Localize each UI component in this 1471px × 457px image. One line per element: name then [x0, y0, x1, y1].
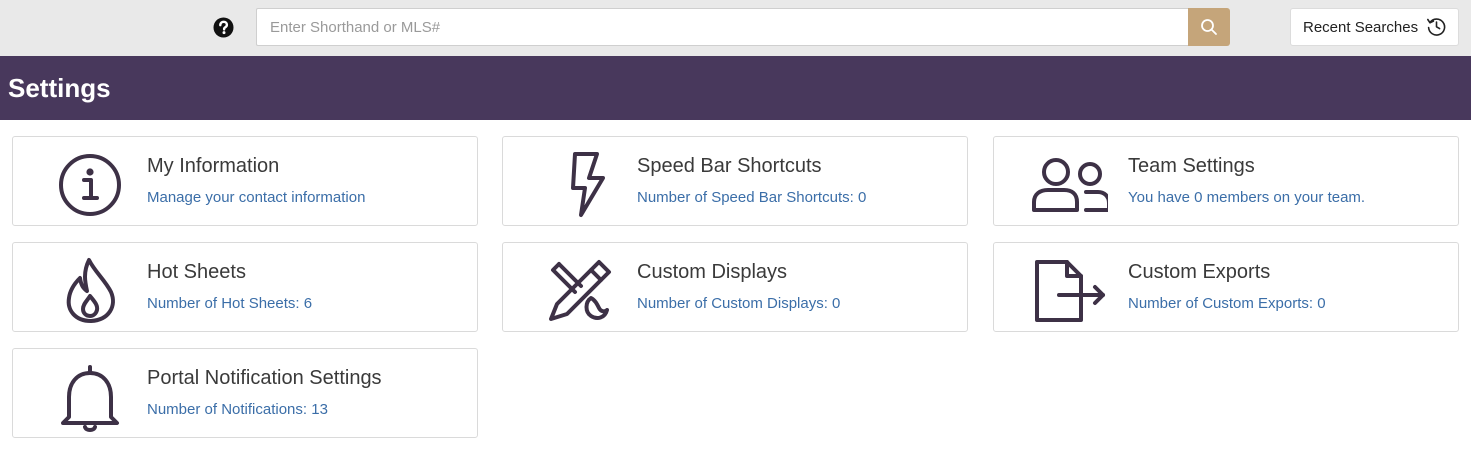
search-bar	[256, 8, 1230, 46]
pencil-brush-icon	[549, 260, 611, 321]
card-title: My Information	[147, 155, 280, 177]
recent-searches-label: Recent Searches	[1303, 18, 1419, 36]
card-description[interactable]: Number of Notifications: 13	[147, 401, 328, 418]
card-custom-exports[interactable]: Custom Exports Number of Custom Exports:…	[993, 242, 1459, 332]
card-title: Hot Sheets	[147, 261, 246, 283]
card-description[interactable]: Number of Custom Exports: 0	[1128, 295, 1326, 312]
card-description[interactable]: Number of Speed Bar Shortcuts: 0	[637, 189, 866, 206]
card-description[interactable]: Manage your contact information	[147, 189, 365, 206]
card-title: Portal Notification Settings	[147, 367, 382, 389]
page-title: Settings	[8, 73, 111, 103]
card-title: Team Settings	[1128, 155, 1255, 177]
lightning-bolt-icon	[571, 152, 605, 217]
search-icon	[1201, 19, 1217, 35]
card-custom-displays[interactable]: Custom Displays Number of Custom Display…	[502, 242, 968, 332]
recent-searches-button[interactable]: Recent Searches	[1290, 8, 1459, 46]
card-title: Custom Displays	[637, 261, 788, 283]
card-speed-bar-shortcuts[interactable]: Speed Bar Shortcuts Number of Speed Bar …	[502, 136, 968, 226]
card-portal-notification-settings[interactable]: Portal Notification Settings Number of N…	[12, 348, 478, 438]
card-title: Custom Exports	[1128, 261, 1271, 283]
history-icon	[1426, 18, 1446, 36]
bell-icon	[61, 365, 119, 432]
card-title: Speed Bar Shortcuts	[637, 155, 822, 177]
card-description[interactable]: You have 0 members on your team.	[1128, 189, 1365, 206]
help-icon[interactable]	[213, 17, 234, 38]
card-description[interactable]: Number of Hot Sheets: 6	[147, 295, 312, 312]
card-team-settings[interactable]: Team Settings You have 0 members on your…	[993, 136, 1459, 226]
flame-icon	[66, 258, 115, 323]
search-button[interactable]	[1188, 8, 1230, 46]
page-header: Settings	[0, 56, 1471, 120]
card-hot-sheets[interactable]: Hot Sheets Number of Hot Sheets: 6	[12, 242, 478, 332]
top-bar: Recent Searches	[0, 0, 1471, 56]
card-description[interactable]: Number of Custom Displays: 0	[637, 295, 840, 312]
file-export-icon	[1035, 260, 1105, 322]
info-circle-icon	[59, 154, 121, 216]
users-icon	[1032, 158, 1108, 212]
search-input[interactable]	[256, 8, 1188, 46]
card-my-information[interactable]: My Information Manage your contact infor…	[12, 136, 478, 226]
